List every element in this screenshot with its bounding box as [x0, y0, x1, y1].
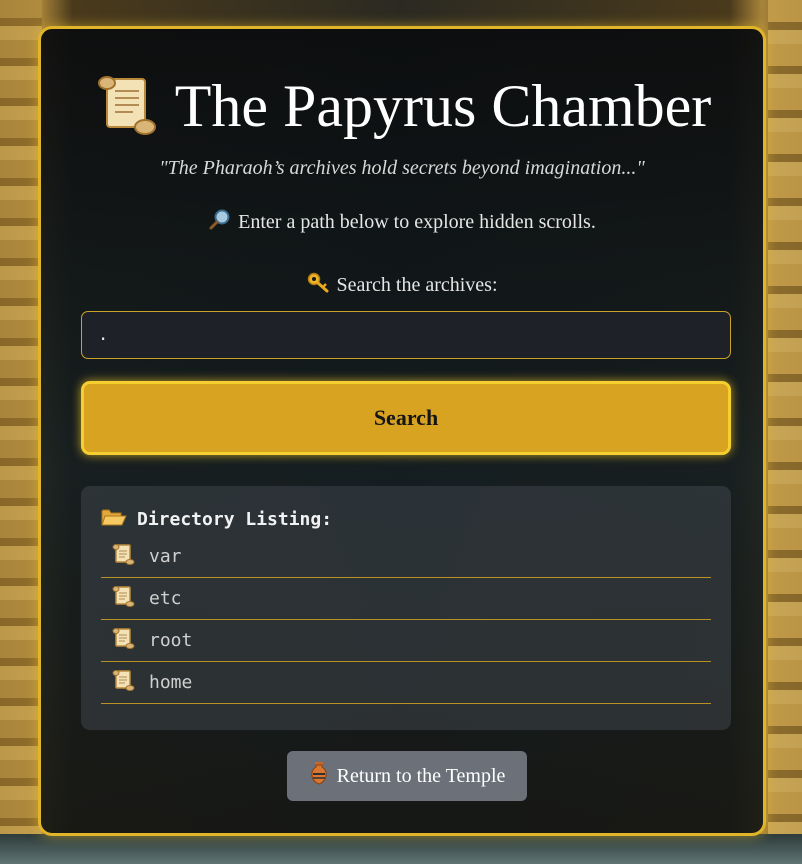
page-quote: "The Pharaoh’s archives hold secrets bey…	[159, 157, 645, 179]
directory-entry-name: var	[149, 546, 182, 567]
background-pillar-right	[768, 0, 802, 864]
directory-entry[interactable]: etc	[101, 578, 711, 620]
directory-entry-name: root	[149, 630, 193, 651]
directory-list: var etc root home	[101, 536, 711, 704]
directory-entry[interactable]: root	[101, 620, 711, 662]
amphora-icon	[309, 761, 329, 791]
directory-entry-name: etc	[149, 588, 182, 609]
scroll-icon	[111, 626, 135, 655]
main-panel: The Papyrus Chamber "The Pharaoh’s archi…	[38, 26, 766, 836]
hint-text: Enter a path below to explore hidden scr…	[238, 210, 596, 233]
search-label: Search the archives:	[336, 273, 498, 296]
search-input[interactable]	[81, 311, 731, 359]
open-folder-icon	[101, 507, 127, 532]
directory-entry[interactable]: var	[101, 536, 711, 578]
magnifier-icon	[208, 208, 232, 236]
directory-entry-name: home	[149, 672, 193, 693]
scroll-icon	[111, 542, 135, 571]
hint-text-row: Enter a path below to explore hidden scr…	[41, 208, 763, 236]
return-to-temple-button[interactable]: Return to the Temple	[287, 751, 527, 801]
title-row: The Papyrus Chamber	[41, 71, 763, 141]
directory-listing: Directory Listing: var etc root home	[81, 486, 731, 730]
scroll-icon	[93, 73, 159, 139]
page-title: The Papyrus Chamber	[174, 73, 712, 139]
directory-entry[interactable]: home	[101, 662, 711, 704]
directory-listing-title: Directory Listing:	[137, 508, 333, 530]
return-to-temple-label: Return to the Temple	[336, 764, 506, 787]
search-label-row: Search the archives:	[41, 271, 763, 299]
background-pillar-left	[0, 0, 42, 864]
scroll-icon	[111, 584, 135, 613]
background-floor	[0, 834, 802, 864]
key-icon	[306, 271, 330, 299]
scroll-icon	[111, 668, 135, 697]
search-button[interactable]: Search	[81, 381, 731, 455]
directory-listing-header: Directory Listing:	[101, 506, 711, 532]
